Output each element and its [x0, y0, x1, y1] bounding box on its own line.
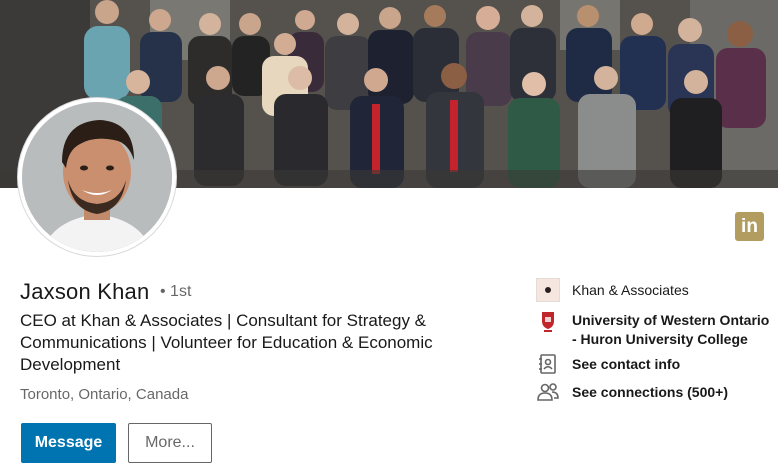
profile-avatar[interactable] [18, 98, 176, 256]
more-actions-button[interactable]: More... [128, 423, 212, 463]
contact-info-label: See contact info [572, 356, 681, 372]
people-icon [536, 380, 560, 404]
profile-name: Jaxson Khan [20, 279, 150, 304]
company-name: Khan & Associates [572, 282, 689, 298]
see-contact-info-link[interactable]: See contact info [536, 352, 680, 376]
message-button[interactable]: Message [21, 423, 116, 463]
profile-location: Toronto, Ontario, Canada [20, 386, 189, 403]
address-book-icon [536, 352, 560, 376]
school-logo-icon [536, 308, 560, 332]
avatar-photo [22, 102, 172, 252]
profile-headline: CEO at Khan & Associates | Consultant fo… [20, 311, 433, 374]
current-company[interactable]: Khan & Associates [536, 278, 689, 302]
company-logo-icon [536, 278, 560, 302]
linkedin-logo-icon: in [735, 212, 764, 241]
education-school[interactable]: University of Western Ontario - Huron Un… [536, 308, 772, 349]
connection-degree: • 1st [160, 283, 192, 300]
see-connections-link[interactable]: See connections (500+) [536, 380, 728, 404]
connections-label: See connections (500+) [572, 384, 729, 400]
school-name: University of Western Ontario - Huron Un… [572, 312, 770, 347]
